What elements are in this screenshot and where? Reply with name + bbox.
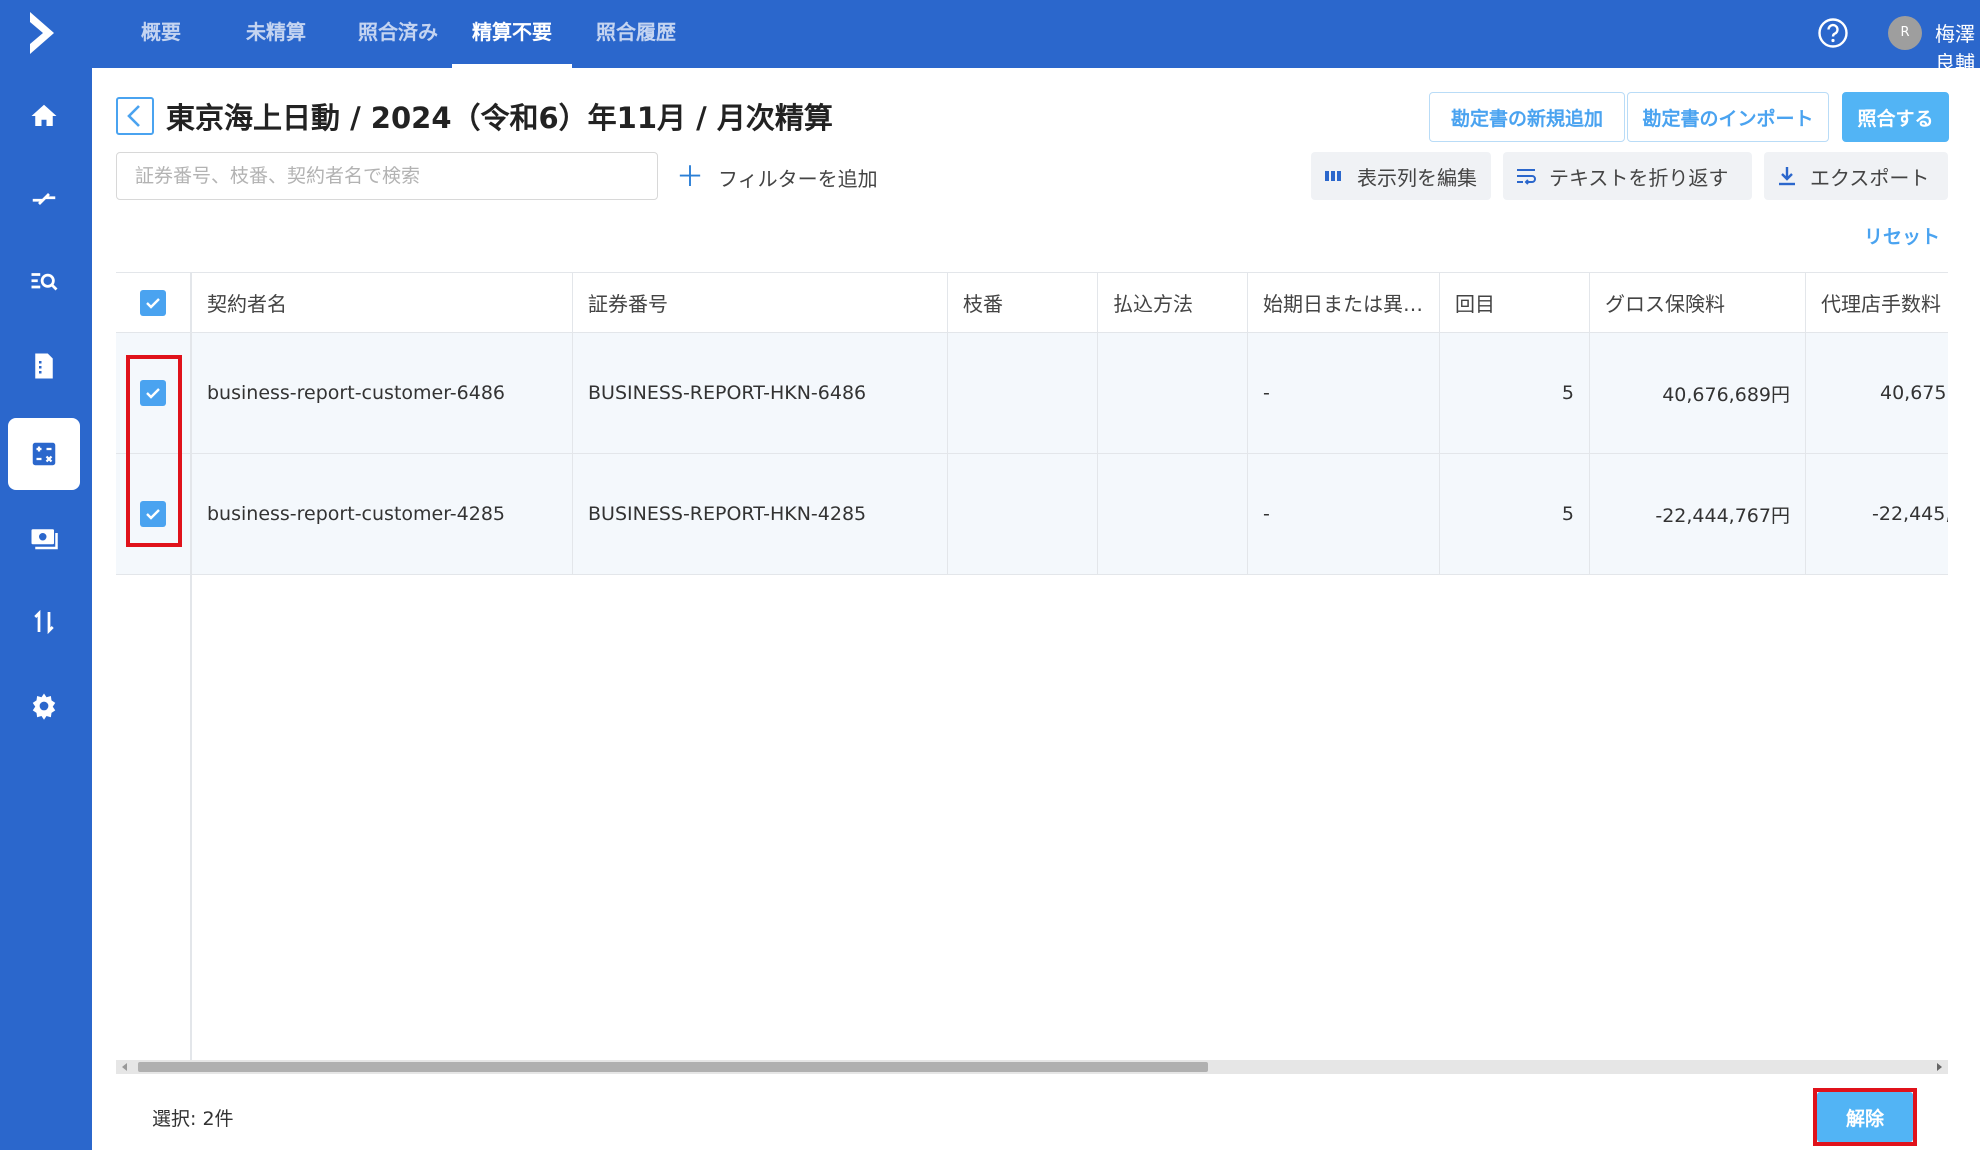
transfer-icon xyxy=(34,609,54,635)
start-date-cell: - xyxy=(1248,333,1440,453)
back-button[interactable] xyxy=(116,97,154,135)
user-name[interactable]: 梅澤 良輔 xyxy=(1935,18,1980,76)
column-header[interactable]: 払込方法 xyxy=(1098,273,1248,332)
tab-reconciled[interactable]: 照合済み xyxy=(342,0,454,68)
selection-count: 選択: 2件 xyxy=(152,1108,234,1130)
count-cell: 5 xyxy=(1440,454,1590,574)
data-table: 契約者名 証券番号 枝番 払込方法 始期日または異… 回目 グロス保険料 代理店… xyxy=(116,272,1948,1060)
exchange-icon xyxy=(32,193,56,205)
horizontal-scrollbar[interactable] xyxy=(116,1060,1948,1074)
list-search-icon xyxy=(31,273,58,291)
contractor-cell: business-report-customer-4285 xyxy=(192,454,573,574)
avatar[interactable]: R xyxy=(1888,16,1922,50)
highlight-release-button xyxy=(1813,1088,1917,1146)
branch-cell xyxy=(948,454,1098,574)
add-filter-label: フィルターを追加 xyxy=(718,166,878,191)
column-header[interactable]: グロス保険料 xyxy=(1590,273,1806,332)
money-icon xyxy=(31,529,58,550)
sidebar-item-transfer[interactable] xyxy=(8,586,80,658)
policy-number-cell: BUSINESS-REPORT-HKN-6486 xyxy=(573,333,948,453)
sidebar-item-documents[interactable] xyxy=(8,330,80,402)
add-filter-button[interactable]: ＋ フィルターを追加 xyxy=(676,160,878,194)
add-statement-button[interactable]: 勘定書の新規追加 xyxy=(1429,92,1625,142)
scroll-left-icon[interactable] xyxy=(122,1063,127,1071)
count-cell: 5 xyxy=(1440,333,1590,453)
payment-method-cell xyxy=(1098,454,1248,574)
scroll-right-icon[interactable] xyxy=(1937,1063,1942,1071)
search-input[interactable] xyxy=(116,152,658,200)
sidebar-item-search-list[interactable] xyxy=(8,246,80,318)
contractor-cell: business-report-customer-6486 xyxy=(192,333,573,453)
wrap-text-label: テキストを折り返す xyxy=(1549,165,1729,190)
sidebar xyxy=(0,0,92,1150)
download-icon xyxy=(1779,167,1795,186)
export-button[interactable]: エクスポート xyxy=(1764,152,1948,200)
scrollbar-thumb[interactable] xyxy=(138,1062,1208,1072)
select-all-checkbox[interactable] xyxy=(140,289,166,316)
sidebar-item-settings[interactable] xyxy=(8,670,80,742)
document-icon xyxy=(35,353,53,379)
table-row[interactable]: business-report-customer-4285 BUSINESS-R… xyxy=(116,454,1948,575)
wrap-text-icon xyxy=(1517,169,1536,185)
reconcile-button[interactable]: 照合する xyxy=(1842,92,1949,142)
highlight-checkboxes xyxy=(126,355,182,547)
wrap-text-button[interactable]: テキストを折り返す xyxy=(1503,152,1752,200)
commission-cell: -22,445,76 xyxy=(1806,454,1948,574)
commission-cell: 40,675,68 xyxy=(1806,333,1948,453)
top-nav: 概要 未精算 照合済み 精算不要 照合履歴 R 梅澤 良輔 xyxy=(92,0,1980,75)
sidebar-item-payment[interactable] xyxy=(8,502,80,574)
tab-unsettled[interactable]: 未精算 xyxy=(226,0,326,68)
sidebar-item-exchange[interactable] xyxy=(8,163,80,235)
gear-icon xyxy=(32,693,56,720)
reset-link[interactable]: リセット xyxy=(1864,222,1940,249)
tab-no-settlement[interactable]: 精算不要 xyxy=(452,0,572,68)
payment-method-cell xyxy=(1098,333,1248,453)
column-header[interactable]: 証券番号 xyxy=(573,273,948,332)
column-header[interactable]: 回目 xyxy=(1440,273,1590,332)
gross-premium-cell: -22,444,767円 xyxy=(1590,454,1806,574)
plus-icon: ＋ xyxy=(676,160,705,193)
tab-overview[interactable]: 概要 xyxy=(118,0,204,68)
column-header[interactable]: 契約者名 xyxy=(192,273,573,332)
branch-cell xyxy=(948,333,1098,453)
help-icon[interactable] xyxy=(1817,17,1849,49)
export-label: エクスポート xyxy=(1810,165,1930,190)
sidebar-item-settlement[interactable] xyxy=(8,418,80,490)
table-row[interactable]: business-report-customer-6486 BUSINESS-R… xyxy=(116,333,1948,454)
column-header[interactable]: 始期日または異… xyxy=(1248,273,1440,332)
chevron-left-icon xyxy=(127,105,140,127)
table-header-row: 契約者名 証券番号 枝番 払込方法 始期日または異… 回目 グロス保険料 代理店… xyxy=(116,273,1948,333)
policy-number-cell: BUSINESS-REPORT-HKN-4285 xyxy=(573,454,948,574)
columns-icon xyxy=(1325,171,1341,181)
edit-columns-button[interactable]: 表示列を編集 xyxy=(1311,152,1491,200)
page-title: 東京海上日動 / 2024（令和6）年11月 / 月次精算 xyxy=(166,101,833,135)
sidebar-item-home[interactable] xyxy=(8,80,80,152)
gross-premium-cell: 40,676,689円 xyxy=(1590,333,1806,453)
check-icon xyxy=(146,297,160,309)
import-statement-button[interactable]: 勘定書のインポート xyxy=(1627,92,1829,142)
calculator-icon xyxy=(32,442,56,466)
column-header[interactable]: 代理店手数料 xyxy=(1806,273,1948,332)
tab-history[interactable]: 照合履歴 xyxy=(580,0,692,68)
logo-chevron-icon[interactable] xyxy=(22,10,62,56)
home-icon xyxy=(31,104,57,126)
start-date-cell: - xyxy=(1248,454,1440,574)
edit-columns-label: 表示列を編集 xyxy=(1357,165,1477,190)
column-header[interactable]: 枝番 xyxy=(948,273,1098,332)
